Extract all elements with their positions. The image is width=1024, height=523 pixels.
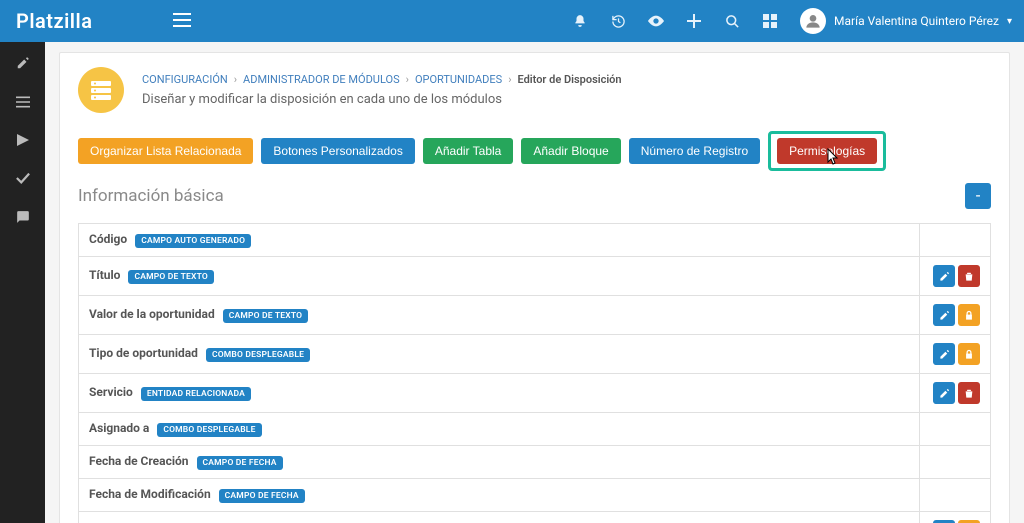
field-row[interactable]: Valor de la oportunidad CAMPO DE TEXTO — [79, 296, 991, 335]
search-icon[interactable] — [714, 3, 750, 39]
field-row[interactable]: Tipo de oportunidad COMBO DESPLEGABLE — [79, 335, 991, 374]
field-row[interactable]: Fecha de Modificación CAMPO DE FECHA — [79, 479, 991, 512]
custom-buttons-button[interactable]: Botones Personalizados — [261, 138, 414, 164]
field-row[interactable]: Código CAMPO AUTO GENERADO — [79, 224, 991, 257]
field-label: Valor de la oportunidad — [89, 307, 215, 321]
organize-button[interactable]: Organizar Lista Relacionada — [78, 138, 253, 164]
field-type-badge: CAMPO DE TEXTO — [223, 309, 309, 323]
field-row[interactable]: Título CAMPO DE TEXTO — [79, 257, 991, 296]
field-label: Servicio — [89, 385, 133, 399]
add-block-button[interactable]: Añadir Bloque — [521, 138, 620, 164]
plus-icon[interactable] — [676, 3, 712, 39]
field-row[interactable]: Fase de ventaCOMBO DESPLEGABLE — [79, 512, 991, 523]
collapse-button[interactable]: - — [965, 183, 991, 209]
field-type-badge: CAMPO DE FECHA — [197, 456, 283, 470]
main-content: CONFIGURACIÓN› ADMINISTRADOR DE MÓDULOS›… — [45, 42, 1024, 523]
field-row[interactable]: Servicio ENTIDAD RELACIONADA — [79, 374, 991, 413]
breadcrumb-link[interactable]: CONFIGURACIÓN — [142, 73, 228, 86]
field-type-badge: CAMPO AUTO GENERADO — [135, 234, 251, 248]
topbar-actions — [562, 3, 796, 39]
field-row[interactable]: Asignado a COMBO DESPLEGABLE — [79, 413, 991, 446]
edit-field-button[interactable] — [933, 343, 955, 365]
breadcrumb-link[interactable]: OPORTUNIDADES — [415, 73, 502, 86]
edit-field-button[interactable] — [933, 265, 955, 287]
action-buttons: Organizar Lista Relacionada Botones Pers… — [78, 131, 991, 171]
check-icon[interactable] — [16, 172, 30, 188]
breadcrumb: CONFIGURACIÓN› ADMINISTRADOR DE MÓDULOS›… — [142, 73, 622, 86]
field-type-badge: CAMPO DE FECHA — [219, 489, 305, 503]
sidebar — [0, 42, 45, 523]
field-label: Fecha de Modificación — [89, 487, 211, 501]
lock-field-button[interactable] — [958, 304, 980, 326]
list-icon[interactable] — [16, 96, 30, 112]
add-table-button[interactable]: Añadir Tabla — [423, 138, 514, 164]
record-number-button[interactable]: Número de Registro — [629, 138, 760, 164]
menu-toggle[interactable] — [162, 11, 202, 32]
chat-icon[interactable] — [16, 210, 30, 228]
section-title: Información básica — [78, 186, 224, 206]
edit-field-button[interactable] — [933, 304, 955, 326]
avatar — [800, 8, 826, 34]
field-row[interactable]: Fecha de Creación CAMPO DE FECHA — [79, 446, 991, 479]
brand-logo: Platzilla — [0, 9, 162, 33]
username: María Valentina Quintero Pérez — [834, 14, 999, 28]
module-icon — [78, 67, 124, 113]
breadcrumb-link[interactable]: ADMINISTRADOR DE MÓDULOS — [243, 73, 400, 86]
field-label: Fecha de Creación — [89, 454, 189, 468]
cursor-icon — [825, 148, 841, 172]
field-type-badge: COMBO DESPLEGABLE — [206, 348, 310, 362]
edit-icon[interactable] — [16, 56, 30, 74]
page-card: CONFIGURACIÓN› ADMINISTRADOR DE MÓDULOS›… — [59, 52, 1010, 523]
delete-field-button[interactable] — [958, 265, 980, 287]
breadcrumb-current: Editor de Disposición — [518, 73, 622, 86]
highlighted-permissions: Permisologías — [768, 131, 886, 171]
field-label: Asignado a — [89, 421, 149, 435]
eye-icon[interactable] — [638, 3, 674, 39]
fields-table: Código CAMPO AUTO GENERADO Título CAMPO DE … — [78, 223, 991, 523]
play-icon[interactable] — [17, 134, 29, 150]
chevron-down-icon: ▾ — [1007, 16, 1012, 27]
field-type-badge: ENTIDAD RELACIONADA — [141, 387, 251, 401]
history-icon[interactable] — [600, 3, 636, 39]
field-type-badge: CAMPO DE TEXTO — [128, 270, 214, 284]
field-label: Código — [89, 232, 127, 246]
field-label: Tipo de oportunidad — [89, 346, 198, 360]
topbar: Platzilla María Valentina Quintero Pérez… — [0, 0, 1024, 42]
user-menu[interactable]: María Valentina Quintero Pérez ▾ — [796, 8, 1024, 34]
edit-field-button[interactable] — [933, 382, 955, 404]
field-type-badge: COMBO DESPLEGABLE — [157, 423, 261, 437]
delete-field-button[interactable] — [958, 382, 980, 404]
bell-icon[interactable] — [562, 3, 598, 39]
apps-icon[interactable] — [752, 3, 788, 39]
page-subheading: Diseñar y modificar la disposición en ca… — [142, 92, 622, 107]
field-label: Título — [89, 268, 120, 282]
lock-field-button[interactable] — [958, 343, 980, 365]
